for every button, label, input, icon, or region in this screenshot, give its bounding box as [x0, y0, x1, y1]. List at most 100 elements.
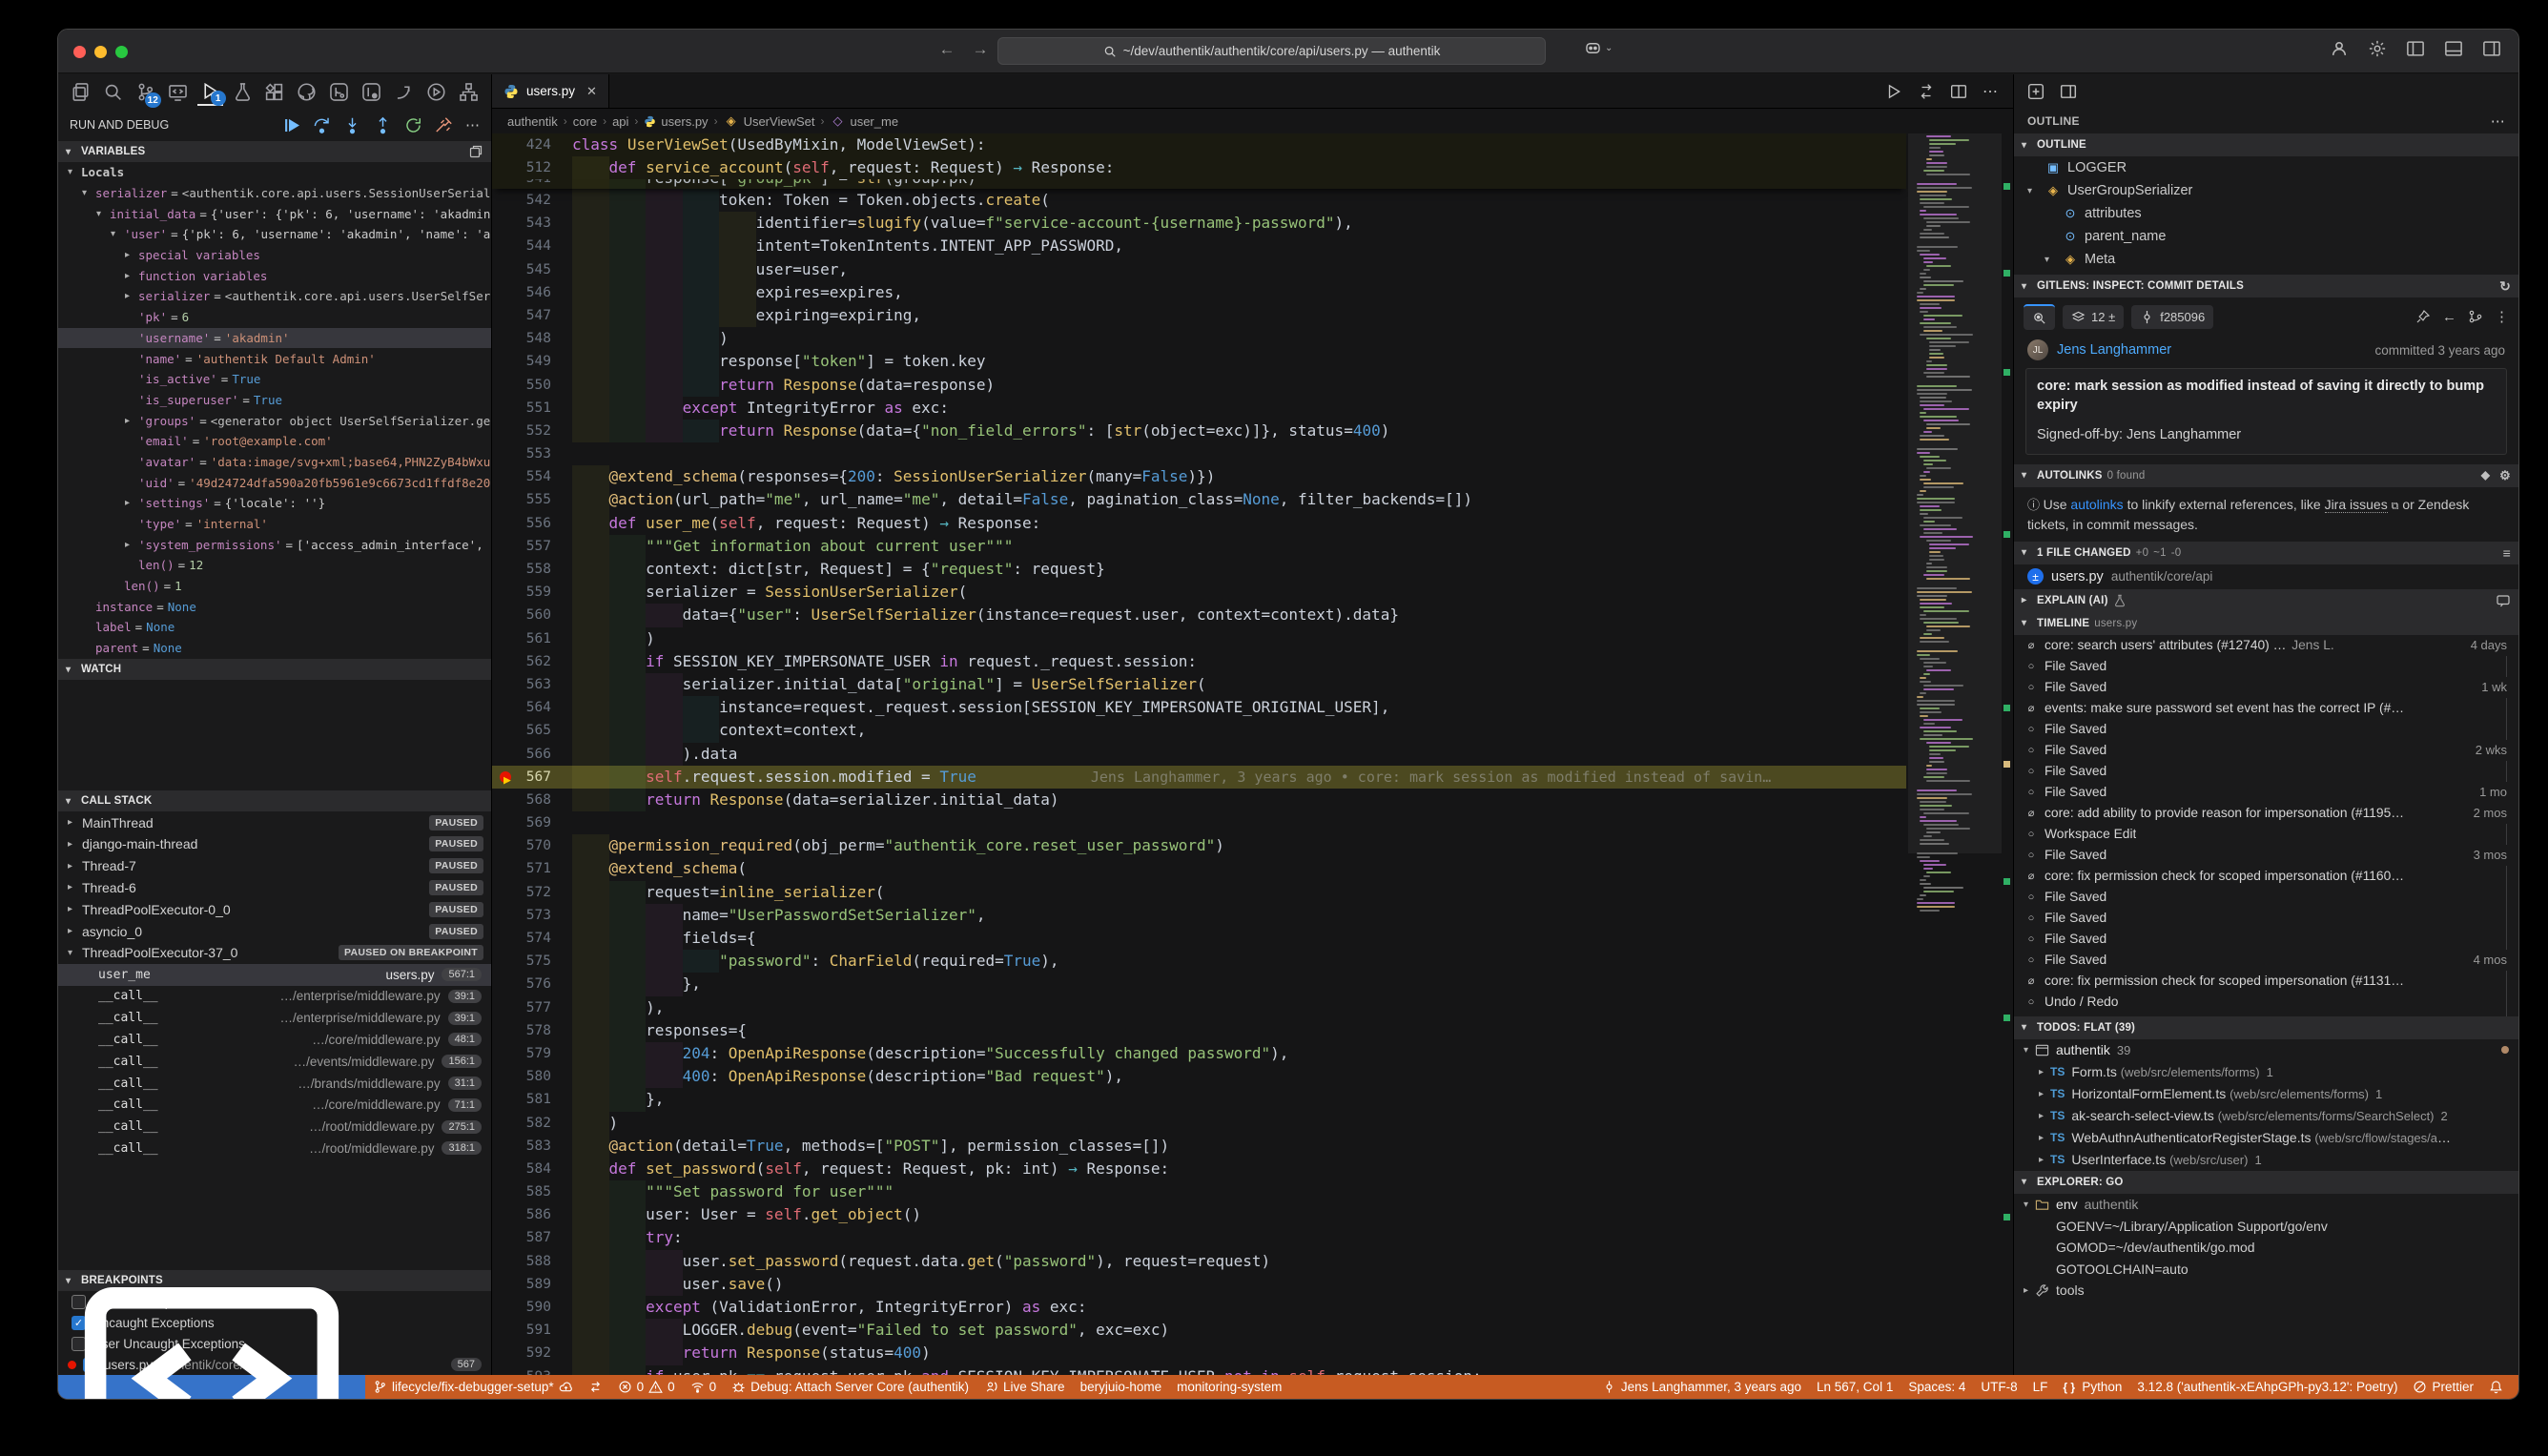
line-number[interactable]: 569: [492, 811, 551, 834]
code-line-591[interactable]: 591 LOGGER.debug(event="Failed to set pa…: [492, 1319, 1906, 1342]
line-number[interactable]: 546: [492, 281, 551, 304]
line-number[interactable]: 581: [492, 1088, 551, 1111]
statusbar-item-debug-attach-server-core-authentik-[interactable]: Debug: Attach Server Core (authentik): [724, 1380, 976, 1394]
line-number[interactable]: 575: [492, 950, 551, 973]
variable-row[interactable]: ▸'settings'={'locale': ''}: [58, 493, 491, 514]
thread-row[interactable]: ▸MainThreadPAUSED: [58, 811, 491, 833]
code-line-575[interactable]: 575 "password": CharField(required=True)…: [492, 950, 1906, 973]
code-line-543[interactable]: 543 identifier=slugify(value=f"service-a…: [492, 212, 1906, 235]
step-over-button[interactable]: [313, 116, 331, 134]
timeline-item[interactable]: ○File Saved: [2014, 719, 2518, 740]
copilot-menu[interactable]: ⌄: [1584, 39, 1613, 57]
variable-row[interactable]: 'username'='akadmin': [58, 328, 491, 349]
activity-item-remote[interactable]: [165, 77, 191, 106]
restart-button[interactable]: [404, 116, 422, 134]
activity-item-search[interactable]: [100, 77, 126, 106]
pin-icon[interactable]: [2415, 309, 2431, 324]
timeline-item[interactable]: ○Workspace Edit: [2014, 824, 2518, 845]
disconnect-button[interactable]: [435, 116, 453, 134]
line-number[interactable]: 570: [492, 834, 551, 857]
thread-row[interactable]: ▸Thread-7PAUSED: [58, 855, 491, 877]
layout-panel-icon[interactable]: [2444, 39, 2463, 58]
stash-tab[interactable]: 12 ±: [2063, 305, 2124, 329]
code-line-588[interactable]: 588 user.set_password(request.data.get("…: [492, 1250, 1906, 1273]
code-line-545[interactable]: 545 user=user,: [492, 258, 1906, 281]
gitlens-section-header[interactable]: ▾ GITLENS: INSPECT: COMMIT DETAILS ↻: [2014, 275, 2518, 297]
line-number[interactable]: 549: [492, 350, 551, 373]
todo-item[interactable]: ▾authentik39: [2014, 1039, 2518, 1061]
add-view-icon[interactable]: [2027, 83, 2045, 100]
line-number[interactable]: 558: [492, 558, 551, 581]
activity-item-pr[interactable]: [326, 77, 352, 106]
code-line-553[interactable]: 553: [492, 442, 1906, 465]
activity-item-files[interactable]: [68, 77, 93, 106]
variable-row[interactable]: parent=None: [58, 638, 491, 659]
code-line-587[interactable]: 587 try:: [492, 1226, 1906, 1249]
timeline-item[interactable]: ○File Saved: [2014, 908, 2518, 929]
line-number[interactable]: 543: [492, 212, 551, 235]
statusbar-item-monitoring-system[interactable]: monitoring-system: [1169, 1380, 1289, 1394]
todo-item[interactable]: ▸TSWebAuthnAuthenticatorRegisterStage.ts…: [2014, 1127, 2518, 1149]
breadcrumb-item-users-py[interactable]: users.py: [644, 114, 708, 129]
variable-row[interactable]: ▸'groups'=<generator object UserSelfSeri…: [58, 410, 491, 431]
code-line-566[interactable]: 566 ).data: [492, 743, 1906, 766]
code-line-584[interactable]: 584 def set_password(self, request: Requ…: [492, 1158, 1906, 1180]
statusbar-item-prettier[interactable]: Prettier: [2405, 1380, 2481, 1394]
code-line-563[interactable]: 563 serializer.initial_data["original"] …: [492, 673, 1906, 696]
variable-row[interactable]: ▸function variables: [58, 265, 491, 286]
variable-row[interactable]: len()=1: [58, 576, 491, 597]
stack-frame-row[interactable]: __call__…/enterprise/middleware.py39:1: [58, 986, 491, 1008]
thread-row[interactable]: ▾ThreadPoolExecutor-37_0PAUSED ON BREAKP…: [58, 942, 491, 964]
variable-row[interactable]: ▸'system_permissions'=['access_admin_int…: [58, 534, 491, 555]
thread-row[interactable]: ▸asyncio_0PAUSED: [58, 920, 491, 942]
todo-item[interactable]: ▸TSHorizontalFormElement.ts (web/src/ele…: [2014, 1083, 2518, 1105]
code-line-552[interactable]: 552 return Response(data={"non_field_err…: [492, 420, 1906, 442]
timeline-item[interactable]: ○File Saved2 wks: [2014, 740, 2518, 761]
timeline-item[interactable]: ⌀core: fix permission check for scoped i…: [2014, 971, 2518, 992]
thread-row[interactable]: ▸ThreadPoolExecutor-0_0PAUSED: [58, 898, 491, 920]
statusbar-item-beryjuio-home[interactable]: beryjuio-home: [1073, 1380, 1170, 1394]
timeline-item[interactable]: ○File Saved3 mos: [2014, 845, 2518, 866]
minimize-window-button[interactable]: [94, 46, 107, 58]
line-number[interactable]: 555: [492, 488, 551, 511]
step-into-button[interactable]: [343, 116, 361, 134]
line-number[interactable]: 587: [492, 1226, 551, 1249]
line-number[interactable]: 568: [492, 789, 551, 811]
code-line-593[interactable]: 593 if user.pk == request.user.pk and SE…: [492, 1365, 1906, 1375]
code-line-578[interactable]: 578 responses={: [492, 1019, 1906, 1042]
panel-views-icon[interactable]: [2060, 83, 2077, 100]
code-area[interactable]: 542 token: Token = Token.objects.create(…: [492, 133, 2013, 1375]
code-line-555[interactable]: 555 @action(url_path="me", url_name="me"…: [492, 488, 1906, 511]
line-number[interactable]: 548: [492, 327, 551, 350]
breadcrumb[interactable]: authentik›core›api›users.py›◈UserViewSet…: [492, 109, 2013, 133]
breadcrumb-item-userviewset[interactable]: ◈UserViewSet: [724, 113, 815, 129]
variable-row[interactable]: 'type'='internal': [58, 514, 491, 535]
outline-item-parent_name[interactable]: ⊙parent_name: [2014, 225, 2518, 248]
code-line-585[interactable]: 585 """Set password for user""": [492, 1180, 1906, 1203]
commit-graph-icon[interactable]: [2468, 309, 2483, 324]
stack-frame-row[interactable]: __call__…/enterprise/middleware.py39:1: [58, 1007, 491, 1029]
code-line-581[interactable]: 581 },: [492, 1088, 1906, 1111]
explorer-go-item[interactable]: GOMOD=~/dev/authentik/go.mod: [2014, 1237, 2518, 1259]
line-number[interactable]: 578: [492, 1019, 551, 1042]
statusbar-item-jens-langhammer-3-years-ago[interactable]: Jens Langhammer, 3 years ago: [1594, 1380, 1809, 1394]
layout-sidebar-left-icon[interactable]: [2406, 39, 2425, 58]
code-line-569[interactable]: 569: [492, 811, 1906, 834]
breadcrumb-item-core[interactable]: core: [573, 114, 597, 129]
variable-row[interactable]: 'uid'='49d24724dfa590a20fb5961e9c6673cd1…: [58, 472, 491, 493]
open-changes-icon[interactable]: [1918, 83, 1935, 100]
code-line-558[interactable]: 558 context: dict[str, Request] = {"requ…: [492, 558, 1906, 581]
code-line-572[interactable]: 572 request=inline_serializer(: [492, 881, 1906, 904]
stack-frame-row[interactable]: user_meusers.py567:1: [58, 964, 491, 986]
statusbar-item-3-12-8-authentik-xeahpgph-py3-12-poetry-[interactable]: 3.12.8 ('authentik-xEAhpGPh-py3.12': Poe…: [2129, 1380, 2405, 1394]
line-number[interactable]: 572: [492, 881, 551, 904]
nav-back-icon[interactable]: ←: [935, 40, 958, 59]
timeline-item[interactable]: ○File Saved: [2014, 761, 2518, 782]
line-number[interactable]: 583: [492, 1135, 551, 1158]
line-number[interactable]: 545: [492, 258, 551, 281]
code-line-546[interactable]: 546 expires=expires,: [492, 281, 1906, 304]
activity-item-debug[interactable]: 1: [197, 77, 223, 106]
more-actions-icon[interactable]: ⋯: [2491, 113, 2505, 130]
line-number[interactable]: 576: [492, 973, 551, 995]
variable-row[interactable]: ▾serializer=<authentik.core.api.users.Se…: [58, 183, 491, 204]
